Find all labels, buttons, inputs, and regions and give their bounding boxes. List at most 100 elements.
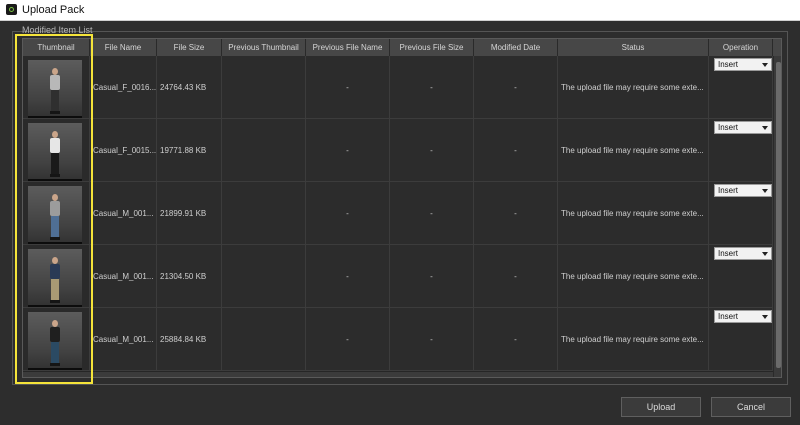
operation-cell: Insert [709,245,773,308]
operation-dropdown[interactable]: Insert [714,247,772,260]
status-cell: The upload file may require some exte... [558,56,709,119]
previous-file-name-cell: - [306,308,390,371]
character-thumbnail[interactable] [28,60,82,118]
previous-thumbnail-cell [222,182,306,245]
status-cell: The upload file may require some exte... [558,119,709,182]
status-cell: The upload file may require some exte... [558,245,709,308]
modified-date-cell: - [474,245,558,308]
previous-thumbnail-cell [222,245,306,308]
chevron-down-icon [762,63,768,67]
modified-date-cell: - [474,56,558,119]
figure-feet [50,237,60,240]
character-thumbnail[interactable] [28,186,82,244]
previous-file-name-cell: - [306,56,390,119]
file-size-cell: 21899.91 KB [157,182,222,245]
previous-file-size-cell: - [390,245,474,308]
figure-head [52,131,58,138]
file-size-cell: 25884.84 KB [157,308,222,371]
figure-head [52,257,58,264]
thumbnail-cell [23,182,90,245]
table-row[interactable]: Casual_F_0016... 24764.43 KB - - - The upload… [23,56,781,119]
character-thumbnail[interactable] [28,123,82,181]
header-modified-date[interactable]: Modified Date [474,39,558,56]
operation-value: Insert [718,60,739,69]
previous-file-size-cell: - [390,308,474,371]
horizontal-scroll-area[interactable] [23,372,773,377]
status-cell: The upload file may require some exte... [558,308,709,371]
previous-thumbnail-cell [222,308,306,371]
modified-date-cell: - [474,119,558,182]
header-file-size[interactable]: File Size [157,39,222,56]
scrollbar-thumb[interactable] [776,62,781,368]
operation-value: Insert [718,312,739,321]
figure-head [52,194,58,201]
file-name-cell: Casual_M_001... [90,308,157,371]
figure-legs [51,216,59,237]
figure-feet [50,174,60,177]
previous-thumbnail-cell [222,119,306,182]
figure-legs [51,342,59,363]
operation-dropdown[interactable]: Insert [714,121,772,134]
previous-file-name-cell: - [306,119,390,182]
file-name-cell: Casual_F_0015... [90,119,157,182]
operation-dropdown[interactable]: Insert [714,58,772,71]
operation-dropdown[interactable]: Insert [714,310,772,323]
previous-file-name-cell: - [306,182,390,245]
operation-cell: Insert [709,119,773,182]
vertical-scrollbar[interactable] [773,56,781,377]
character-figure [48,194,62,240]
table-header: Thumbnail File Name File Size Previous T… [23,39,781,56]
header-file-name[interactable]: File Name [90,39,157,56]
previous-file-name-cell: - [306,245,390,308]
figure-feet [50,111,60,114]
header-status[interactable]: Status [558,39,709,56]
cancel-button[interactable]: Cancel [711,397,791,417]
figure-torso [50,75,60,90]
chevron-down-icon [762,252,768,256]
thumbnail-cell [23,245,90,308]
previous-file-size-cell: - [390,56,474,119]
operation-dropdown[interactable]: Insert [714,184,772,197]
operation-value: Insert [718,249,739,258]
figure-torso [50,201,60,216]
figure-feet [50,363,60,366]
header-operation[interactable]: Operation [709,39,773,56]
title-bar: Upload Pack [0,0,800,21]
previous-file-size-cell: - [390,182,474,245]
upload-pack-window: Upload Pack Modified Item List Thumbnail… [0,0,800,425]
table-row[interactable]: Casual_F_0015... 19771.88 KB - - - The upload… [23,119,781,182]
chevron-down-icon [762,315,768,319]
file-name-cell: Casual_M_001... [90,245,157,308]
figure-legs [51,279,59,300]
upload-button[interactable]: Upload [621,397,701,417]
header-previous-file-size[interactable]: Previous File Size [390,39,474,56]
figure-torso [50,327,60,342]
figure-legs [51,90,59,111]
chevron-down-icon [762,189,768,193]
header-thumbnail[interactable]: Thumbnail [23,39,90,56]
window-title: Upload Pack [22,4,85,16]
operation-value: Insert [718,123,739,132]
figure-head [52,320,58,327]
thumbnail-cell [23,56,90,119]
header-previous-thumbnail[interactable]: Previous Thumbnail [222,39,306,56]
character-thumbnail[interactable] [28,249,82,307]
status-cell: The upload file may require some exte... [558,182,709,245]
file-size-cell: 24764.43 KB [157,56,222,119]
thumbnail-cell [23,308,90,371]
modified-item-table: Thumbnail File Name File Size Previous T… [22,38,782,378]
table-row[interactable]: Casual_M_001... 21304.50 KB - - - The upload … [23,245,781,308]
file-name-cell: Casual_M_001... [90,182,157,245]
file-size-cell: 19771.88 KB [157,119,222,182]
file-size-cell: 21304.50 KB [157,245,222,308]
header-previous-file-name[interactable]: Previous File Name [306,39,390,56]
operation-cell: Insert [709,56,773,119]
character-figure [48,320,62,366]
character-thumbnail[interactable] [28,312,82,370]
table-row[interactable]: Casual_M_001... 21899.91 KB - - - The upload … [23,182,781,245]
operation-value: Insert [718,186,739,195]
table-row[interactable]: Casual_M_001... 25884.84 KB - - - The upload … [23,308,781,371]
character-figure [48,257,62,303]
previous-file-size-cell: - [390,119,474,182]
figure-torso [50,264,60,279]
